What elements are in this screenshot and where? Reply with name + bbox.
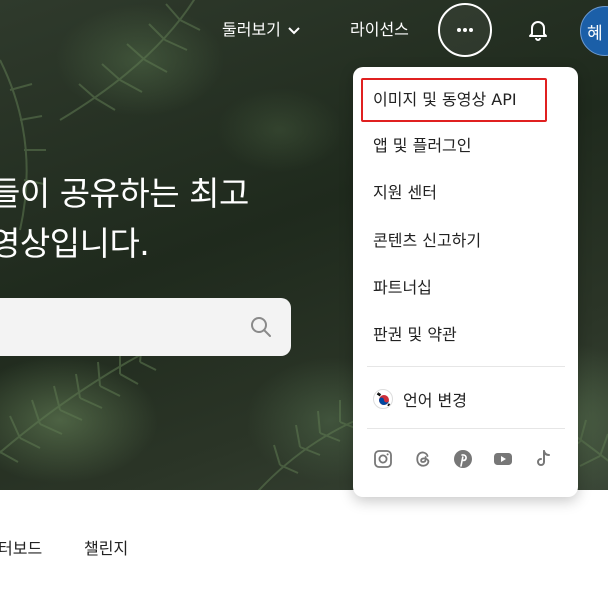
korea-flag-icon	[373, 389, 393, 409]
menu-divider	[367, 428, 565, 429]
instagram-icon[interactable]	[373, 449, 393, 469]
nav-license[interactable]: 라이선스	[350, 19, 409, 41]
tab-challenge[interactable]: 챌린지	[84, 535, 128, 559]
hero-headline-line2: 영상입니다.	[0, 224, 150, 263]
nav-license-label: 라이선스	[350, 20, 409, 39]
menu-item-terms[interactable]: 판권 및 약관	[373, 324, 457, 346]
pinterest-icon[interactable]	[453, 449, 473, 469]
chevron-down-icon	[288, 27, 300, 35]
nav-explore-label: 둘러보기	[222, 20, 281, 39]
search-icon[interactable]	[250, 316, 272, 338]
menu-item-partnership[interactable]: 파트너십	[373, 277, 432, 299]
menu-item-apps-plugins[interactable]: 앱 및 플러그인	[373, 135, 472, 157]
menu-item-api[interactable]: 이미지 및 동영상 API	[373, 89, 517, 111]
search-input[interactable]	[0, 298, 291, 356]
social-links	[373, 449, 553, 469]
nav-explore[interactable]: 둘러보기	[222, 19, 301, 41]
more-menu-button[interactable]	[438, 3, 492, 57]
tab-leaderboard[interactable]: 터보드	[0, 535, 42, 559]
ellipsis-icon	[457, 28, 473, 32]
menu-item-change-language[interactable]: 언어 변경	[373, 387, 467, 411]
menu-item-help-center[interactable]: 지원 센터	[373, 182, 437, 204]
threads-icon[interactable]	[413, 449, 433, 469]
menu-divider	[367, 366, 565, 367]
hero-headline-line1: 들이 공유하는 최고	[0, 174, 249, 213]
youtube-icon[interactable]	[493, 449, 513, 469]
menu-item-report-content[interactable]: 콘텐츠 신고하기	[373, 230, 481, 252]
more-dropdown-menu: 이미지 및 동영상 API 앱 및 플러그인 지원 센터 콘텐츠 신고하기 파트…	[353, 67, 578, 497]
avatar-initial: 혜	[587, 23, 603, 44]
bell-icon[interactable]	[526, 18, 550, 42]
language-label: 언어 변경	[403, 391, 467, 410]
tiktok-icon[interactable]	[533, 449, 553, 469]
